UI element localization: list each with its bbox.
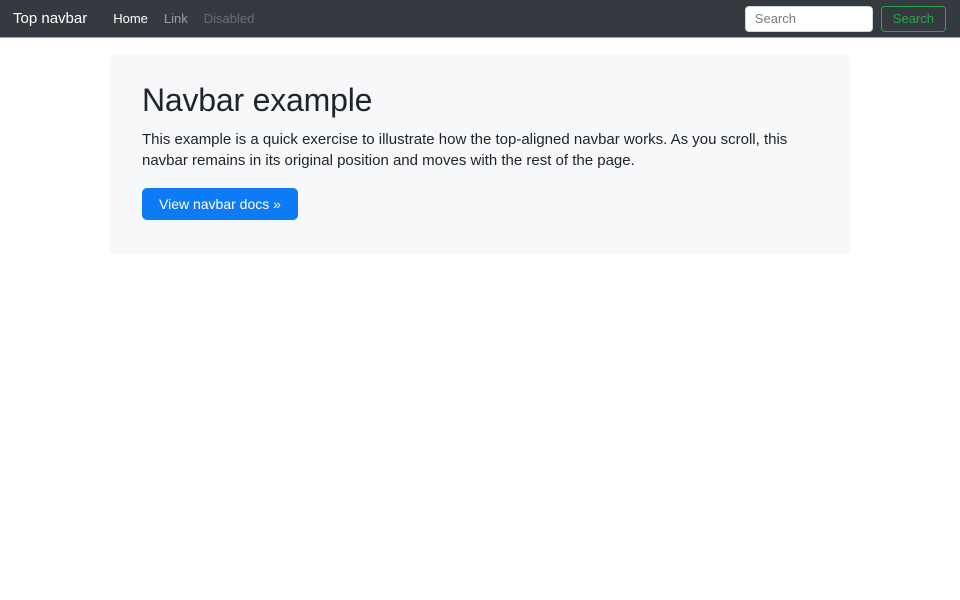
search-input[interactable]: [744, 5, 873, 32]
navbar-nav: Home Link Disabled: [105, 7, 262, 30]
nav-link-disabled: Disabled: [203, 11, 255, 26]
jumbotron-description: This example is a quick exercise to illu…: [142, 131, 788, 169]
jumbotron-card: Navbar example This example is a quick e…: [110, 54, 850, 254]
page-title: Navbar example: [142, 82, 373, 118]
navbar-brand[interactable]: Top navbar: [13, 10, 87, 27]
navbar-search-form: Search: [744, 5, 946, 32]
nav-item-disabled: Disabled: [196, 7, 263, 30]
nav-item-home: Home: [105, 7, 156, 30]
nav-link-link[interactable]: Link: [156, 7, 196, 30]
view-navbar-docs-button[interactable]: View navbar docs »: [142, 188, 298, 220]
top-navbar: Top navbar Home Link Disabled Search: [0, 0, 960, 37]
nav-link-home[interactable]: Home: [105, 7, 156, 30]
nav-item-link: Link: [156, 7, 196, 30]
page-content: Navbar example This example is a quick e…: [0, 37, 960, 254]
search-button[interactable]: Search: [880, 5, 946, 32]
